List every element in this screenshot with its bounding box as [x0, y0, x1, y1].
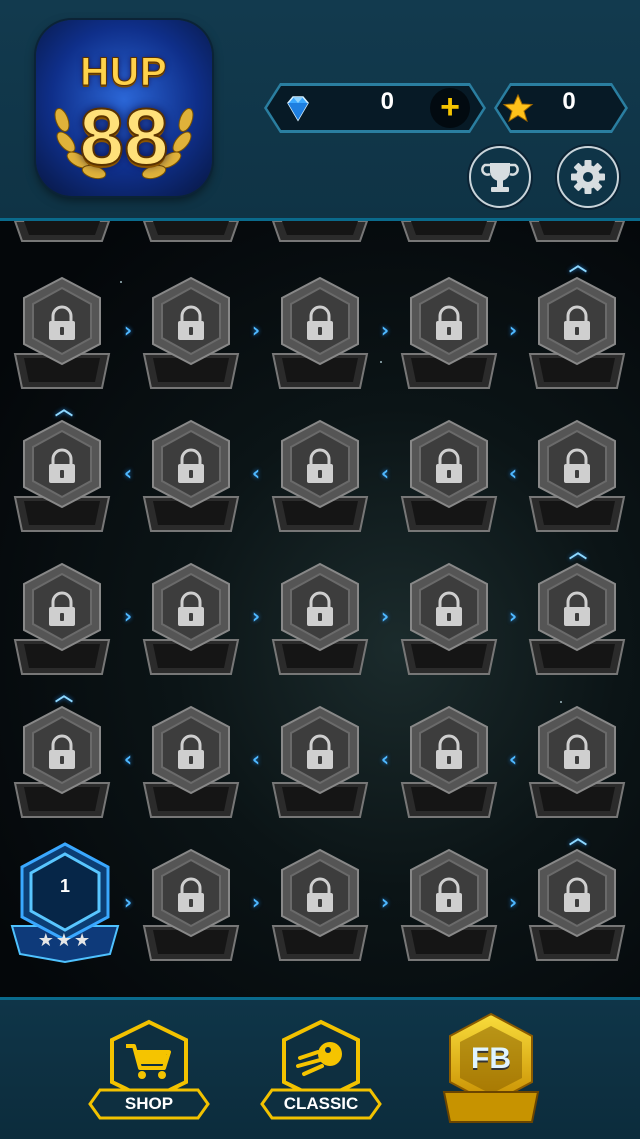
- locked-level-node[interactable]: [270, 276, 370, 392]
- add-gems-button[interactable]: +: [430, 88, 470, 128]
- gems-count: 0: [380, 88, 394, 115]
- path-arrow-left-icon: ‹: [251, 747, 261, 771]
- path-arrow-left-icon: ‹: [123, 461, 133, 485]
- locked-level-node[interactable]: [399, 848, 499, 964]
- locked-level-node[interactable]: [141, 705, 241, 821]
- path-arrow-right-icon: ›: [251, 890, 261, 914]
- locked-level-node-partial[interactable]: [270, 221, 370, 245]
- trophy-icon: [481, 163, 519, 192]
- locked-level-node[interactable]: [141, 276, 241, 392]
- path-arrow-up-icon: ︿: [569, 255, 587, 276]
- path-arrow-left-icon: ‹: [508, 747, 518, 771]
- locked-level-node[interactable]: [12, 705, 112, 821]
- path-arrow-up-icon: ︿: [55, 685, 73, 706]
- logo-text-hup: HUP: [80, 50, 168, 95]
- locked-level-node[interactable]: [527, 562, 627, 678]
- leaderboard-button[interactable]: [469, 146, 531, 208]
- gear-icon: [571, 160, 605, 194]
- locked-level-node-partial[interactable]: [399, 221, 499, 245]
- locked-level-node[interactable]: [399, 419, 499, 535]
- level-map[interactable]: › › › › ‹ ‹ ‹ ‹ › › › › ‹ ‹ ‹ ‹ › › › › ︿ ︿ ︿ ︿ ︿ 1 ★★★: [0, 221, 640, 997]
- locked-level-node[interactable]: [12, 562, 112, 678]
- locked-level-node[interactable]: [270, 848, 370, 964]
- hup88-logo: HUP 88: [36, 20, 212, 196]
- logo-text-88: 88: [79, 91, 170, 182]
- path-arrow-right-icon: ›: [123, 890, 133, 914]
- locked-level-node-partial[interactable]: [12, 221, 112, 245]
- locked-level-node[interactable]: [527, 419, 627, 535]
- shop-button[interactable]: SHOP: [86, 1018, 212, 1122]
- locked-level-node[interactable]: [270, 705, 370, 821]
- diamond-icon: [287, 96, 309, 122]
- level-number: 1: [59, 876, 70, 896]
- path-arrow-left-icon: ‹: [508, 461, 518, 485]
- locked-level-node[interactable]: [270, 562, 370, 678]
- locked-level-node[interactable]: [141, 562, 241, 678]
- path-arrow-left-icon: ‹: [380, 461, 390, 485]
- locked-level-node[interactable]: [270, 419, 370, 535]
- shop-label: SHOP: [124, 1094, 174, 1113]
- path-arrow-up-icon: ︿: [569, 828, 587, 849]
- star-icon: [502, 93, 534, 123]
- locked-level-node-partial[interactable]: [527, 221, 627, 245]
- locked-level-node[interactable]: [141, 419, 241, 535]
- classic-mode-button[interactable]: CLASSIC: [258, 1018, 384, 1122]
- path-arrow-right-icon: ›: [380, 318, 390, 342]
- facebook-button[interactable]: FB: [442, 1012, 540, 1126]
- locked-level-node[interactable]: [141, 848, 241, 964]
- path-arrow-left-icon: ‹: [123, 747, 133, 771]
- locked-level-node[interactable]: [399, 276, 499, 392]
- path-arrow-right-icon: ›: [380, 890, 390, 914]
- locked-level-node[interactable]: [12, 419, 112, 535]
- path-arrow-left-icon: ‹: [251, 461, 261, 485]
- level-1-node[interactable]: 1 ★★★: [10, 842, 120, 970]
- locked-level-node[interactable]: [527, 848, 627, 964]
- path-arrow-up-icon: ︿: [569, 542, 587, 563]
- locked-level-node[interactable]: [399, 705, 499, 821]
- locked-level-node-partial[interactable]: [141, 221, 241, 245]
- path-arrow-left-icon: ‹: [380, 747, 390, 771]
- settings-button[interactable]: [557, 146, 619, 208]
- level-star-rating: ★★★: [37, 930, 93, 951]
- top-bar: HUP 88 0 + 0: [0, 0, 640, 221]
- path-arrow-right-icon: ›: [123, 604, 133, 628]
- locked-level-node[interactable]: [527, 705, 627, 821]
- stars-count: 0: [562, 88, 576, 115]
- fb-label: FB: [471, 1042, 511, 1075]
- path-arrow-right-icon: ›: [508, 318, 518, 342]
- path-arrow-right-icon: ›: [251, 604, 261, 628]
- path-arrow-right-icon: ›: [508, 890, 518, 914]
- bottom-nav: SHOP CLASSIC FB: [0, 997, 640, 1139]
- locked-level-node[interactable]: [399, 562, 499, 678]
- path-arrow-right-icon: ›: [123, 318, 133, 342]
- classic-label: CLASSIC: [283, 1094, 359, 1113]
- path-arrow-up-icon: ︿: [55, 399, 73, 420]
- path-arrow-right-icon: ›: [508, 604, 518, 628]
- path-arrow-right-icon: ›: [251, 318, 261, 342]
- locked-level-node[interactable]: [12, 276, 112, 392]
- path-arrow-right-icon: ›: [380, 604, 390, 628]
- locked-level-node[interactable]: [527, 276, 627, 392]
